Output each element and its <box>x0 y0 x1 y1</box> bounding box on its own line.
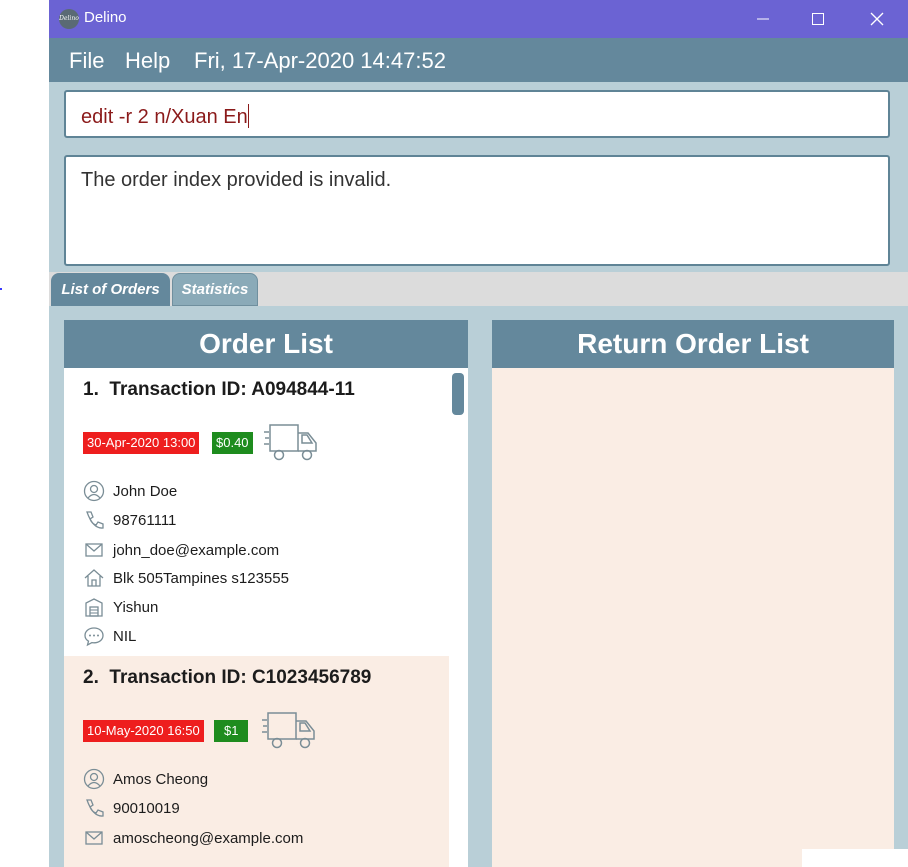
datetime-display: Fri, 17-Apr-2020 14:47:52 <box>194 48 446 73</box>
order-card[interactable]: 2. Transaction ID: C1023456789 10-May-20… <box>64 656 449 867</box>
email-icon <box>85 831 103 845</box>
tab-bar: List of Orders Statistics <box>49 272 908 306</box>
return-order-list-panel: Return Order List <box>492 320 894 867</box>
delivery-truck-icon <box>264 424 317 461</box>
transaction-heading: 1. Transaction ID: A094844-11 <box>83 379 355 401</box>
order-list-scrollbar[interactable] <box>452 373 464 415</box>
email: amoscheong@example.com <box>113 829 304 847</box>
cash-tag: $1 <box>214 720 249 742</box>
return-order-list[interactable] <box>492 368 894 867</box>
maximize-icon <box>812 13 824 25</box>
tab-statistics[interactable]: Statistics <box>172 273 258 306</box>
app-window: Delino Delino File Help Fri, 17-Apr-2020… <box>49 0 908 867</box>
phone-icon <box>86 799 104 817</box>
text-caret <box>247 104 249 128</box>
close-icon <box>870 12 884 26</box>
delivery-truck-icon <box>262 712 315 749</box>
email-row: john_doe@example.com <box>83 538 279 562</box>
result-display: The order index provided is invalid. <box>64 155 890 266</box>
app-logo-icon: Delino <box>59 9 79 29</box>
order-index: 1. <box>83 379 99 400</box>
warehouse-row: Yishun <box>83 595 158 619</box>
order-list[interactable]: 1. Transaction ID: A094844-11 30-Apr-202… <box>64 368 468 867</box>
stray-dot <box>0 288 2 290</box>
background-strip <box>802 849 908 867</box>
delivery-date-tag: 10-May-2020 16:50 <box>83 720 204 742</box>
order-list-title: Order List <box>64 320 468 368</box>
home-icon <box>84 569 104 587</box>
address-row: Blk 505Tampines s123555 <box>83 566 289 590</box>
menu-help[interactable]: Help <box>125 48 170 74</box>
email-icon <box>85 543 103 557</box>
delivery-date-tag: 30-Apr-2020 13:00 <box>83 432 200 454</box>
address: Blk 505Tampines s123555 <box>113 569 289 587</box>
return-order-list-title: Return Order List <box>492 320 894 368</box>
person-icon <box>83 480 105 502</box>
warehouse-icon <box>85 598 103 617</box>
transaction-id: Transaction ID: A094844-11 <box>109 379 355 400</box>
transaction-heading: 2. Transaction ID: C1023456789 <box>83 667 371 689</box>
maximize-button[interactable] <box>789 0 847 38</box>
comment: NIL <box>113 627 137 645</box>
minimize-button[interactable] <box>734 0 792 38</box>
email: john_doe@example.com <box>113 541 280 559</box>
email-row: amoscheong@example.com <box>83 826 303 850</box>
comment-icon <box>84 627 104 647</box>
order-index: 2. <box>83 667 99 688</box>
phone-number: 90010019 <box>113 799 180 817</box>
customer-name-row: John Doe <box>83 479 177 503</box>
customer-name: John Doe <box>113 482 178 500</box>
phone-icon <box>86 511 104 529</box>
title-bar: Delino Delino <box>49 0 908 38</box>
cash-tag: $0.40 <box>212 432 253 454</box>
window-title: Delino <box>84 9 127 26</box>
transaction-id: Transaction ID: C1023456789 <box>109 667 372 688</box>
command-input[interactable]: edit -r 2 n/Xuan En <box>64 90 890 138</box>
warehouse: Yishun <box>113 598 159 616</box>
command-text: edit -r 2 n/Xuan En <box>81 106 248 128</box>
order-list-panel: Order List 1. Transaction ID: A094844-11… <box>64 320 468 867</box>
customer-name-row: Amos Cheong <box>83 767 208 791</box>
phone-row: 98761111 <box>83 508 176 532</box>
phone-row: 90010019 <box>83 796 180 820</box>
person-icon <box>83 768 105 790</box>
order-card[interactable]: 1. Transaction ID: A094844-11 30-Apr-202… <box>64 368 449 656</box>
customer-name: Amos Cheong <box>113 770 209 788</box>
tab-list-of-orders[interactable]: List of Orders <box>51 273 170 306</box>
result-message: The order index provided is invalid. <box>81 169 392 191</box>
phone-number: 98761111 <box>113 511 177 529</box>
minimize-icon <box>757 18 769 20</box>
menu-bar: File Help Fri, 17-Apr-2020 14:47:52 <box>49 38 908 82</box>
close-button[interactable] <box>848 0 906 38</box>
menu-file[interactable]: File <box>69 48 104 74</box>
comment-row: NIL <box>83 624 136 648</box>
